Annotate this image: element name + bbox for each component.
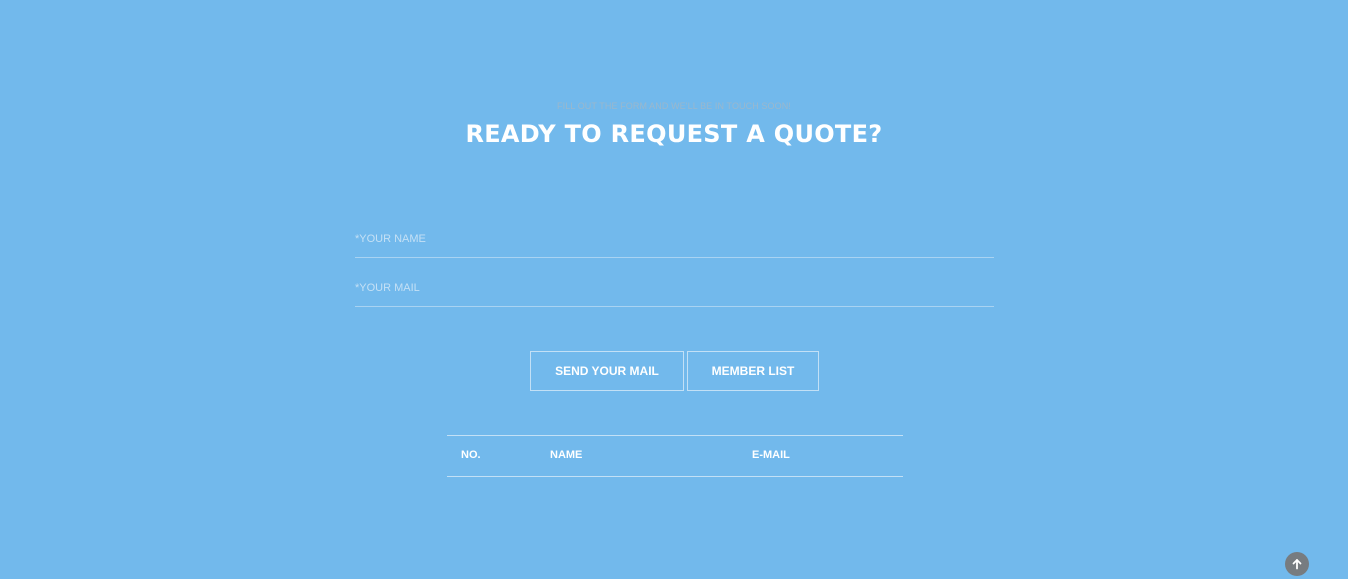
member-table: NO. NAME E-MAIL [447,435,903,477]
name-field [355,221,994,258]
arrow-up-icon [1292,559,1302,570]
page-title: READY TO REQUEST A QUOTE? [465,120,883,148]
column-header-no: NO. [461,449,481,461]
column-header-name: NAME [550,449,583,461]
column-header-email: E-MAIL [752,449,790,461]
send-mail-button[interactable]: SEND YOUR MAIL [530,351,684,391]
scroll-top-button[interactable] [1285,552,1309,576]
section-eyebrow: FILL OUT THE FORM AND WE'LL BE IN TOUCH … [557,101,791,111]
member-list-button[interactable]: MEMBER LIST [687,351,819,391]
mail-field [355,270,994,307]
name-input[interactable] [355,221,994,257]
mail-input[interactable] [355,270,994,306]
